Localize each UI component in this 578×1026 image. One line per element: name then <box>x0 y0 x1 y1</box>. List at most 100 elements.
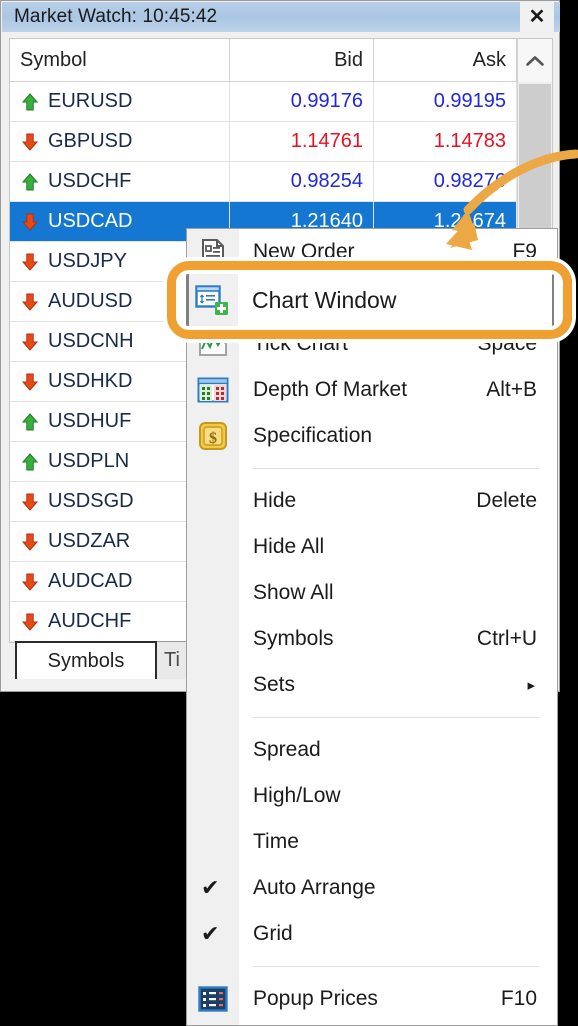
menu-separator <box>253 717 539 718</box>
menu-item-label: Hide All <box>253 535 325 558</box>
symbol-label: AUDCAD <box>48 570 133 592</box>
menu-item-accelerator: Alt+B <box>486 378 537 401</box>
menu-item-hide-all[interactable]: Hide All <box>187 524 557 570</box>
chevron-right-icon: ▸ <box>527 677 535 694</box>
menu-item-popup-prices[interactable]: Popup Prices F10 <box>187 976 557 1022</box>
table-row[interactable]: GBPUSD 1.14761 1.14783 <box>10 122 552 162</box>
cell-symbol[interactable]: USDCHF <box>10 162 230 201</box>
symbol-label: AUDUSD <box>48 290 133 312</box>
symbol-label: USDHKD <box>48 370 133 392</box>
menu-item-high-low[interactable]: High/Low <box>187 773 557 819</box>
menu-item-accelerator: F9 <box>512 240 537 263</box>
cell-ask[interactable]: 1.14783 <box>374 122 517 161</box>
new-order-icon <box>202 239 224 265</box>
menu-item-label: Time <box>253 830 299 853</box>
symbol-label: USDZAR <box>48 530 131 552</box>
menu-item-label: Show All <box>253 581 334 604</box>
menu-item-time[interactable]: Time <box>187 819 557 865</box>
column-header-symbol[interactable]: Symbol <box>10 39 230 81</box>
arrow-down-red-icon <box>20 492 40 512</box>
cell-symbol[interactable]: GBPUSD <box>10 122 230 161</box>
menu-item-spread[interactable]: Spread <box>187 727 557 773</box>
highlight-icon-cell <box>186 270 238 330</box>
menu-item-label: Grid <box>253 922 293 945</box>
cell-bid[interactable]: 0.99176 <box>230 82 374 121</box>
menu-item-sets[interactable]: Sets ▸ <box>187 662 557 708</box>
column-header-bid[interactable]: Bid <box>230 39 374 81</box>
cell-ask[interactable]: 0.98276 <box>374 162 517 201</box>
menu-item-hide[interactable]: Hide Delete <box>187 478 557 524</box>
symbol-label: AUDCHF <box>48 610 132 632</box>
cell-ask[interactable]: 0.99195 <box>374 82 517 121</box>
arrow-up-green-icon <box>20 92 40 112</box>
menu-item-icon: 20 <box>187 330 239 358</box>
context-menu: New Order F9 Chart Window 20 Tick Chart Space… <box>186 228 558 1026</box>
close-icon[interactable]: ✕ <box>520 2 554 32</box>
symbol-label: USDCAD <box>48 210 133 232</box>
cell-bid[interactable]: 1.14761 <box>230 122 374 161</box>
cell-symbol[interactable]: EURUSD <box>10 82 230 121</box>
menu-items-host: New Order F9 Chart Window 20 Tick Chart Space… <box>187 229 557 1022</box>
arrow-down-red-icon <box>20 292 40 312</box>
menu-item-specification[interactable]: $ Specification <box>187 413 557 459</box>
table-row[interactable]: USDCHF 0.98254 0.98276 <box>10 162 552 202</box>
menu-item-new-order[interactable]: New Order F9 <box>187 229 557 275</box>
menu-item-label: Specification <box>253 424 373 447</box>
menu-item-label: Symbols <box>253 627 334 650</box>
symbol-label: USDCNH <box>48 330 134 352</box>
check-icon: ✔ <box>201 921 220 946</box>
cell-bid[interactable]: 0.98254 <box>230 162 374 201</box>
menu-item-label: Popup Prices <box>253 987 378 1010</box>
arrow-down-red-icon <box>20 372 40 392</box>
menu-item-label: Depth Of Market <box>253 378 408 401</box>
symbol-label: USDSGD <box>48 490 134 512</box>
menu-item-label: High/Low <box>253 784 341 807</box>
menu-item-accelerator: Ctrl+U <box>476 627 537 650</box>
menu-item-depth-of-market[interactable]: Depth Of Market Alt+B <box>187 367 557 413</box>
chart-window-icon <box>195 285 228 315</box>
popup-prices-icon <box>198 986 228 1012</box>
arrow-down-red-icon <box>20 132 40 152</box>
tab-symbols[interactable]: Symbols <box>15 641 157 679</box>
arrow-down-red-icon <box>20 212 40 232</box>
menu-item-label: New Order <box>253 240 355 263</box>
menu-item-auto-arrange[interactable]: ✔ Auto Arrange <box>187 865 557 911</box>
symbol-label: USDHUF <box>48 410 132 432</box>
menu-item-grid[interactable]: ✔ Grid <box>187 911 557 957</box>
specification-icon: $ <box>199 422 227 450</box>
symbol-label: GBPUSD <box>48 130 133 152</box>
backdrop-right <box>560 0 578 228</box>
menu-item-icon <box>187 237 239 267</box>
arrow-down-red-icon <box>20 572 40 592</box>
symbol-label: EURUSD <box>48 90 133 112</box>
check-icon: ✔ <box>201 875 220 900</box>
menu-item-label: Spread <box>253 738 321 761</box>
symbol-label: USDPLN <box>48 450 130 472</box>
backdrop-bottom <box>0 692 186 1026</box>
table-header-row: Symbol Bid Ask <box>10 39 552 82</box>
table-row[interactable]: EURUSD 0.99176 0.99195 <box>10 82 552 122</box>
menu-item-accelerator: Space <box>477 332 537 355</box>
menu-separator <box>253 966 539 967</box>
menu-item-label: Tick Chart <box>253 332 348 355</box>
menu-item-show-all[interactable]: Show All <box>187 570 557 616</box>
arrow-up-green-icon <box>20 412 40 432</box>
menu-item-icon <box>187 985 239 1013</box>
page-title: Market Watch: 10:45:42 <box>14 6 218 27</box>
menu-item-accelerator: F10 <box>500 987 537 1010</box>
svg-text:$: $ <box>209 430 217 447</box>
highlight-right-edge <box>552 272 554 328</box>
depth-of-market-icon <box>197 377 229 403</box>
menu-item-icon: $ <box>187 421 239 451</box>
menu-item-label: Sets <box>253 673 296 696</box>
arrow-down-red-icon <box>20 612 40 632</box>
tick-chart-icon: 20 <box>199 332 227 356</box>
svg-text:20: 20 <box>203 335 211 343</box>
column-header-ask[interactable]: Ask <box>374 39 517 81</box>
arrow-down-red-icon <box>20 532 40 552</box>
window-titlebar: Market Watch: 10:45:42 ✕ <box>2 2 560 32</box>
menu-item-label: Hide <box>253 489 297 512</box>
scroll-up-icon[interactable] <box>518 39 552 82</box>
menu-item-symbols[interactable]: Symbols Ctrl+U <box>187 616 557 662</box>
menu-item-accelerator: Delete <box>476 489 537 512</box>
